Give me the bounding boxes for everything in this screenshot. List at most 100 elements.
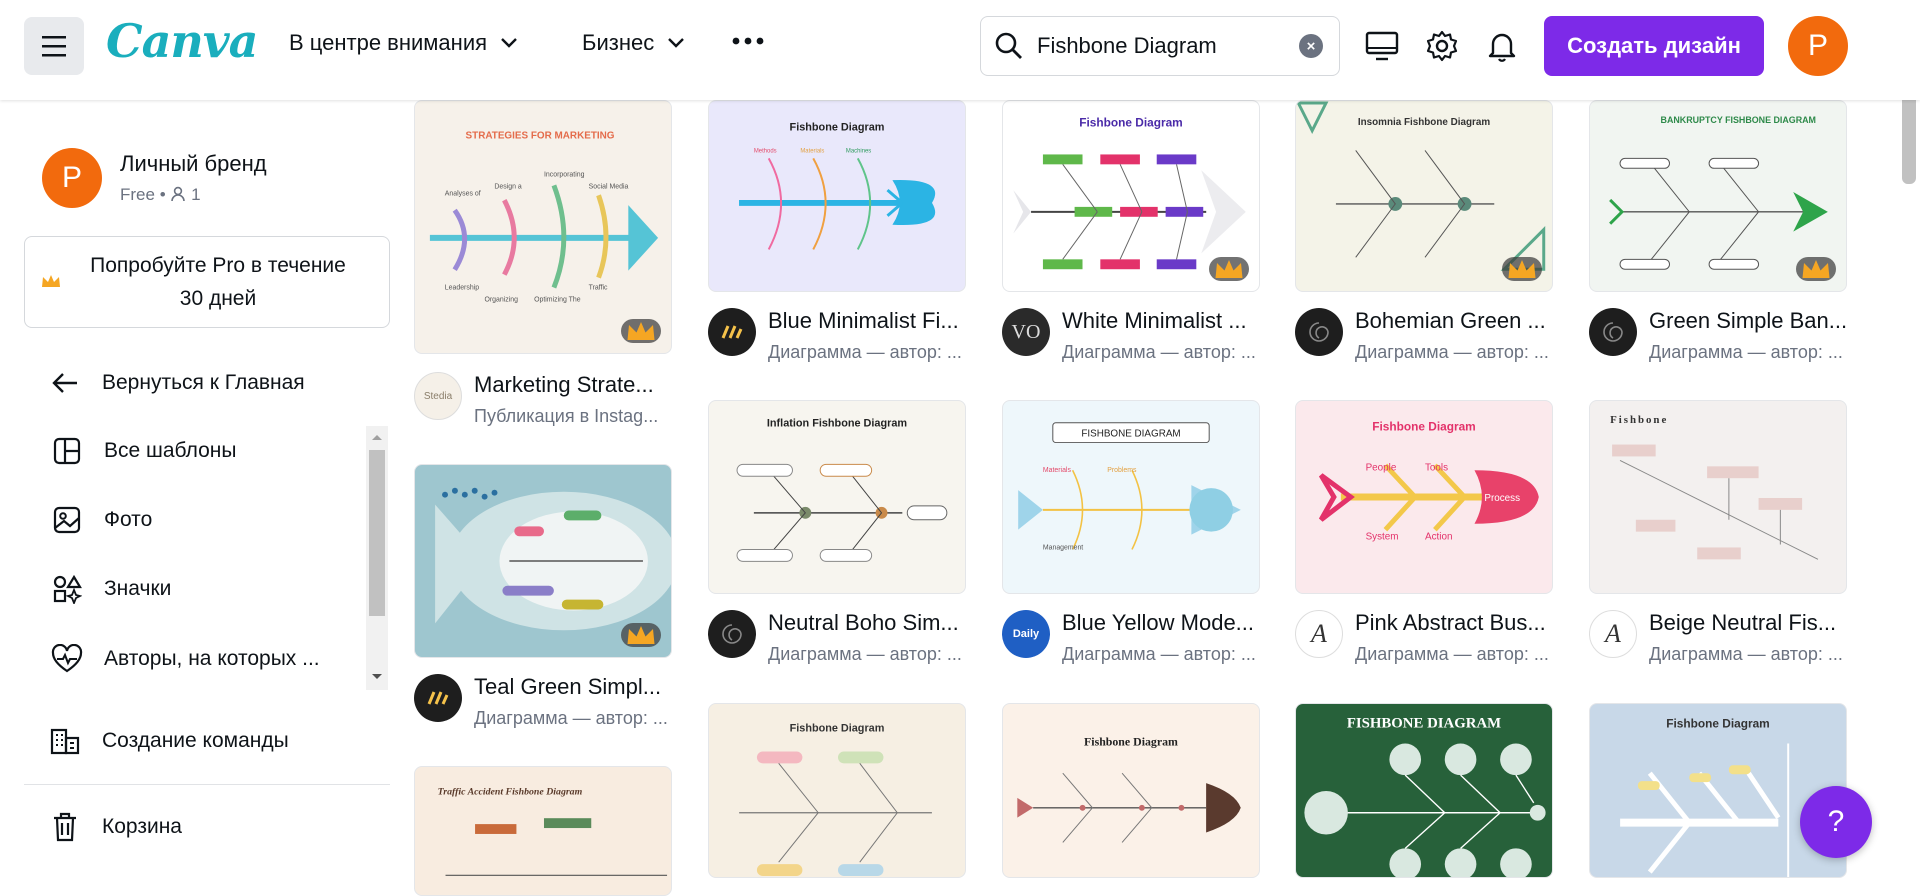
template-thumbnail[interactable]: Fishbone Diagram xyxy=(1002,703,1260,878)
svg-text:Social Media: Social Media xyxy=(589,183,629,190)
desktop-app-button[interactable] xyxy=(1364,28,1400,64)
search-icon xyxy=(995,32,1022,59)
help-button[interactable]: ? xyxy=(1800,786,1872,858)
template-thumbnail[interactable]: Fishbone Diagram xyxy=(1002,100,1260,292)
card-meta: A Beige Neutral Fis... Диаграмма — автор… xyxy=(1589,610,1849,665)
search-box[interactable]: Fishbone Diagram × xyxy=(980,16,1340,76)
card-subtitle: Диаграмма — автор: ... xyxy=(1062,342,1256,362)
author-avatar[interactable] xyxy=(708,308,756,356)
nav-spotlight-label: В центре внимания xyxy=(289,30,488,55)
profile-block[interactable]: P Личный бренд Free • 1 xyxy=(42,148,267,208)
svg-text:Problems: Problems xyxy=(1107,467,1137,474)
card-meta: Bohemian Green ... Диаграмма — автор: ..… xyxy=(1295,308,1555,363)
template-thumbnail[interactable]: FISHBONE DIAGRAM xyxy=(1295,703,1553,878)
author-avatar[interactable]: A xyxy=(1589,610,1637,658)
card-subtitle: Диаграмма — автор: ... xyxy=(1355,644,1549,664)
template-thumbnail[interactable]: FISHBONE DIAGRAM Materials Problems Mana… xyxy=(1002,400,1260,594)
template-thumbnail[interactable]: STRATEGIES FOR MARKETING Analyses of Des… xyxy=(414,100,672,354)
sidebar-item-all-templates[interactable]: Все шаблоны xyxy=(50,434,237,468)
create-team-link[interactable]: Создание команды xyxy=(48,724,289,758)
sidebar-item-photos[interactable]: Фото xyxy=(50,503,152,537)
svg-text:Action: Action xyxy=(1425,532,1452,543)
author-avatar[interactable]: VO xyxy=(1002,308,1050,356)
thumb-title: FISHBONE DIAGRAM xyxy=(1347,716,1501,732)
building-icon xyxy=(48,724,82,758)
template-thumbnail[interactable] xyxy=(414,464,672,658)
trash-link[interactable]: Корзина xyxy=(48,810,182,844)
fishbone-thumbnail-image: Fishbone Diagram Methods Materials Machi… xyxy=(739,122,936,250)
template-thumbnail[interactable]: Fishbone Diagram People Tools System Act… xyxy=(1295,400,1553,594)
person-icon xyxy=(171,186,186,202)
nav-spotlight[interactable]: В центре внимания xyxy=(289,30,519,56)
template-thumbnail[interactable]: Traffic Accident Fishbone Diagram xyxy=(414,766,672,896)
author-avatar[interactable]: A xyxy=(1295,610,1343,658)
crown-icon xyxy=(1508,260,1536,278)
template-thumbnail[interactable]: BANKRUPTCY FISHBONE DIAGRAM xyxy=(1589,100,1847,292)
card-title[interactable]: Blue Yellow Mode... xyxy=(1062,610,1262,636)
thumb-title: Fishbone xyxy=(1610,414,1668,426)
svg-text:Tools: Tools xyxy=(1425,462,1448,473)
author-avatar[interactable]: Daily xyxy=(1002,610,1050,658)
card-title[interactable]: Bohemian Green ... xyxy=(1355,308,1555,334)
settings-button[interactable] xyxy=(1424,28,1460,64)
pro-badge xyxy=(1502,257,1542,281)
arrow-left-icon xyxy=(48,366,82,400)
crown-icon xyxy=(1215,260,1243,278)
scroll-up-icon[interactable] xyxy=(366,430,388,444)
create-design-button[interactable]: Создать дизайн xyxy=(1544,16,1764,76)
template-thumbnail[interactable]: Inflation Fishbone Diagram xyxy=(708,400,966,594)
create-team-label: Создание команды xyxy=(102,729,289,752)
notifications-button[interactable] xyxy=(1484,28,1520,64)
canva-logo[interactable]: Canva xyxy=(106,14,258,68)
main-scrollbar[interactable] xyxy=(1898,74,1920,878)
clear-search-button[interactable]: × xyxy=(1299,34,1323,58)
shapes-icon xyxy=(50,572,84,606)
templates-icon xyxy=(50,434,84,468)
trash-label: Корзина xyxy=(102,815,182,838)
user-avatar[interactable]: P xyxy=(1788,16,1848,76)
svg-text:Machines: Machines xyxy=(846,148,871,154)
card-title[interactable]: Marketing Strate... xyxy=(474,372,674,398)
sidebar-item-followed-creators[interactable]: Авторы, на которых ... xyxy=(50,642,320,676)
try-pro-button[interactable]: Попробуйте Pro в течение 30 дней xyxy=(24,236,390,328)
more-nav-button[interactable] xyxy=(732,36,764,46)
card-title[interactable]: Teal Green Simpl... xyxy=(474,674,674,700)
thumb-title: Fishbone Diagram xyxy=(790,122,885,134)
svg-text:Methods: Methods xyxy=(754,148,777,154)
author-avatar[interactable]: Stedia xyxy=(414,372,462,420)
scroll-down-icon[interactable] xyxy=(366,670,388,684)
pro-badge xyxy=(1209,257,1249,281)
fishbone-thumbnail-image: FISHBONE DIAGRAM xyxy=(1304,716,1546,877)
card-title[interactable]: Neutral Boho Sim... xyxy=(768,610,968,636)
menu-button[interactable] xyxy=(24,17,84,75)
crown-icon xyxy=(42,275,60,287)
template-thumbnail[interactable]: Insomnia Fishbone Diagram xyxy=(1295,100,1553,292)
card-title[interactable]: White Minimalist ... xyxy=(1062,308,1262,334)
svg-text:Management: Management xyxy=(1043,544,1083,551)
back-home-link[interactable]: Вернуться к Главная xyxy=(48,366,305,400)
template-thumbnail[interactable]: Fishbone Diagram xyxy=(708,703,966,878)
scroll-thumb[interactable] xyxy=(369,450,385,616)
card-title[interactable]: Green Simple Ban... xyxy=(1649,308,1849,334)
sidebar-item-icons[interactable]: Значки xyxy=(50,572,171,606)
card-meta: A Pink Abstract Bus... Диаграмма — автор… xyxy=(1295,610,1555,665)
card-title[interactable]: Beige Neutral Fis... xyxy=(1649,610,1849,636)
fishbone-thumbnail-image: Fishbone Diagram xyxy=(1017,735,1241,843)
nav-business[interactable]: Бизнес xyxy=(582,30,686,56)
author-avatar[interactable] xyxy=(1589,308,1637,356)
card-title[interactable]: Pink Abstract Bus... xyxy=(1355,610,1555,636)
template-thumbnail[interactable]: Fishbone Diagram xyxy=(1589,703,1847,878)
svg-text:Traffic: Traffic xyxy=(589,285,608,292)
dot-separator: • xyxy=(159,185,171,204)
author-avatar[interactable] xyxy=(708,610,756,658)
sidebar-scrollbar[interactable] xyxy=(366,426,388,690)
author-avatar[interactable] xyxy=(414,674,462,722)
monitor-icon xyxy=(1365,31,1399,61)
search-input[interactable]: Fishbone Diagram xyxy=(1037,33,1299,59)
template-thumbnail[interactable]: Fishbone xyxy=(1589,400,1847,594)
hamburger-icon xyxy=(42,36,66,57)
thumb-title: Traffic Accident Fishbone Diagram xyxy=(438,787,583,798)
template-thumbnail[interactable]: Fishbone Diagram Methods Materials Machi… xyxy=(708,100,966,292)
author-avatar[interactable] xyxy=(1295,308,1343,356)
card-title[interactable]: Blue Minimalist Fi... xyxy=(768,308,968,334)
